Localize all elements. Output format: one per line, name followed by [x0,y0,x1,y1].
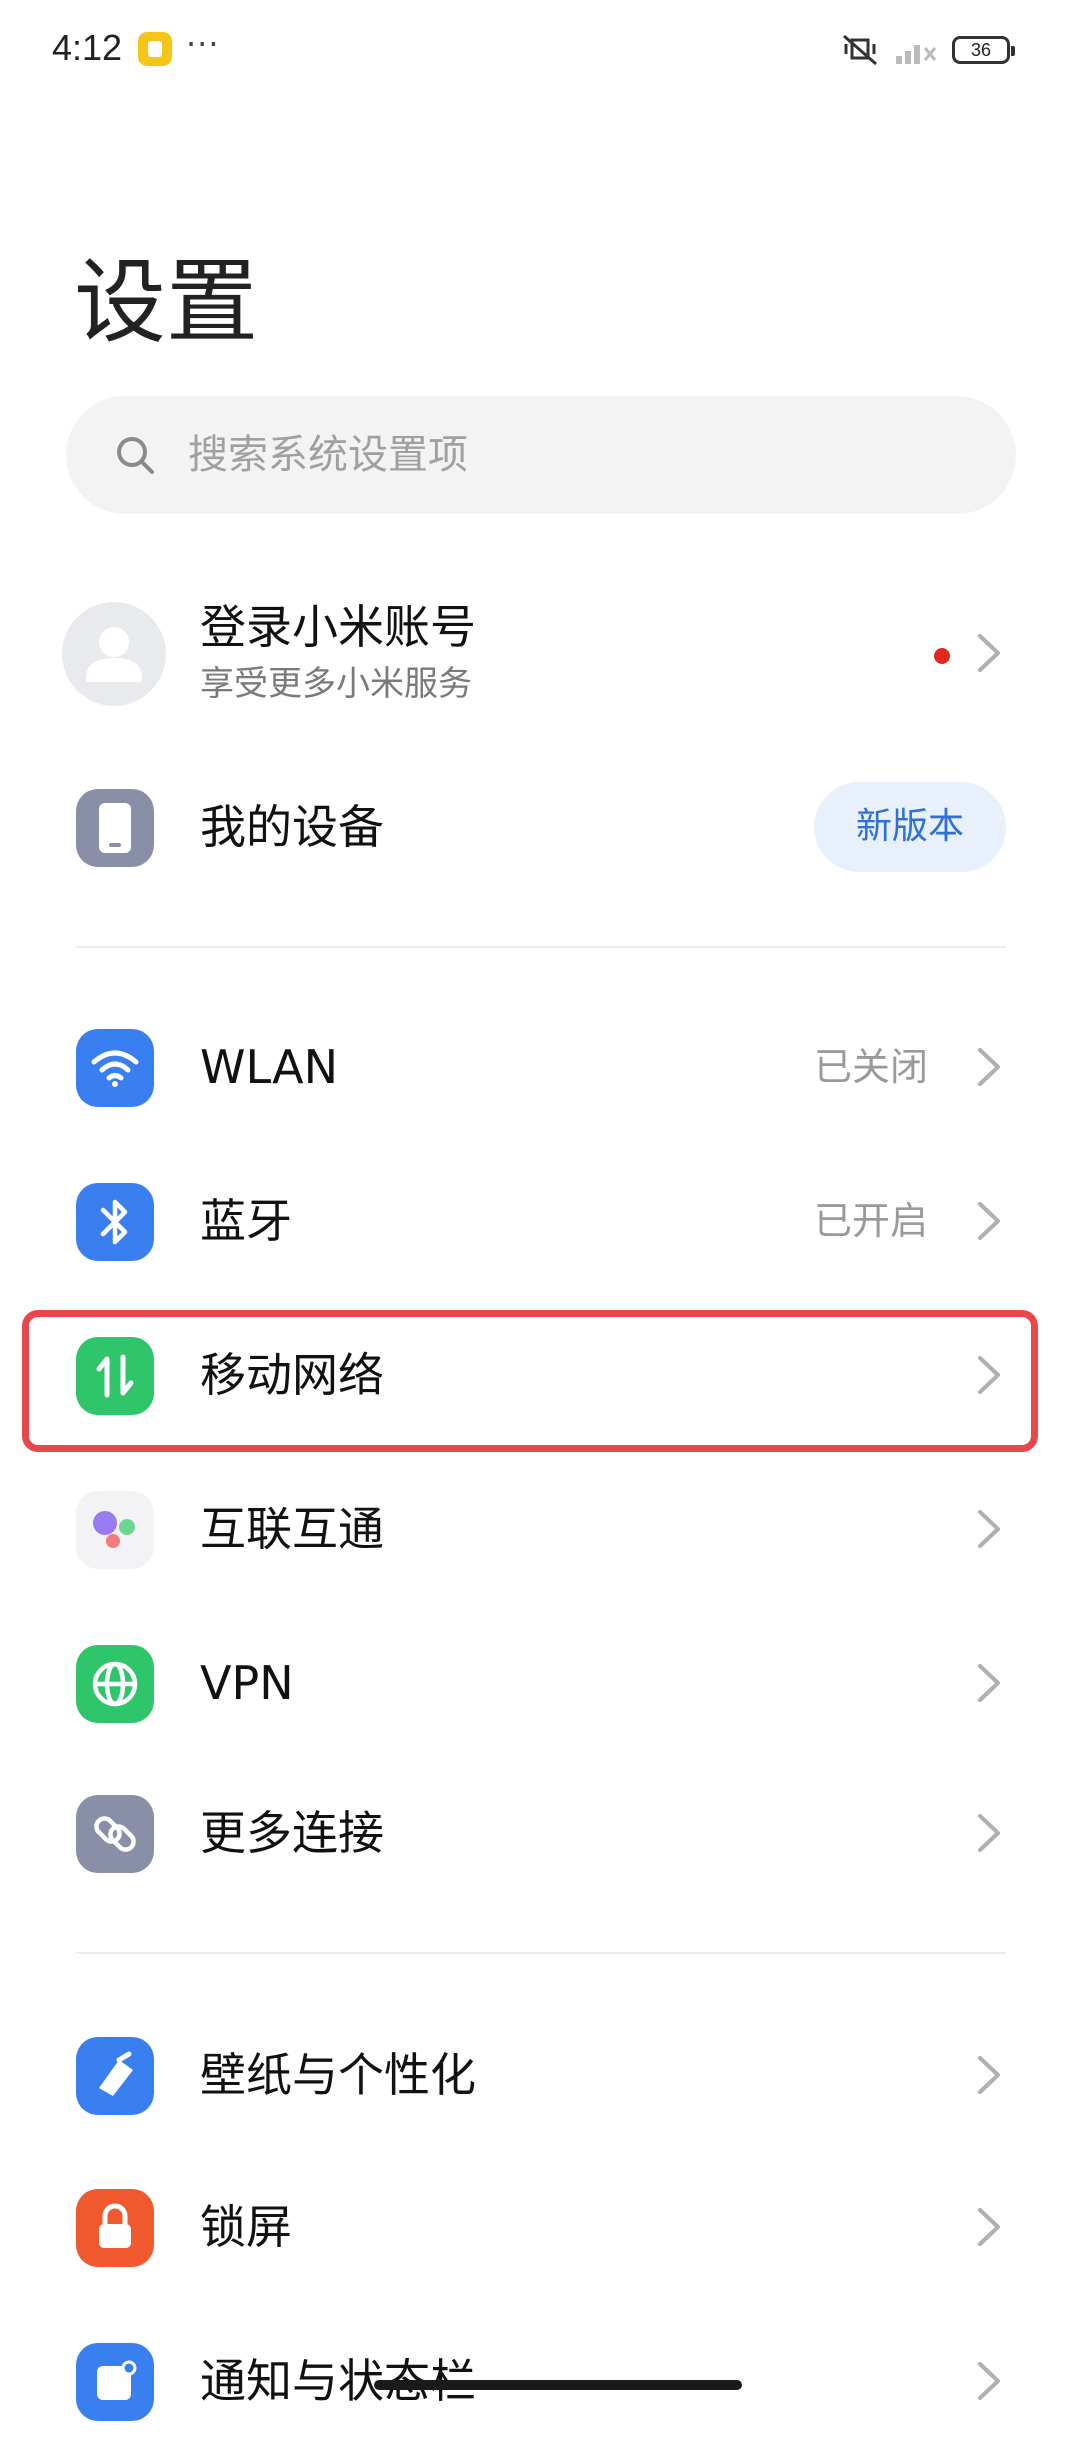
chevron-right-icon [978,2208,1000,2246]
interconnect-icon [76,1491,154,1569]
link-icon [76,1795,154,1873]
battery-icon: 36 [952,36,1015,64]
page-title: 设置 [74,249,259,356]
bluetooth-icon [76,1183,154,1261]
settings-item-interconnect[interactable]: 互联互通 [0,1454,1080,1604]
more-notifications-icon: ··· [186,25,220,63]
settings-item-value: 已开启 [813,1199,928,1243]
chevron-right-icon [978,634,1000,672]
chevron-right-icon [978,1814,1000,1852]
chevron-right-icon [978,2056,1000,2094]
settings-item-lock-screen[interactable]: 锁屏 [0,2152,1080,2302]
search-icon [117,437,154,474]
settings-item-wlan[interactable]: WLAN 已关闭 [0,992,1080,1142]
chevron-right-icon [978,1510,1000,1548]
chevron-right-icon [978,1664,1000,1702]
account-subtitle: 享受更多小米服务 [200,664,472,704]
chevron-right-icon [978,1048,1000,1086]
settings-item-vpn[interactable]: VPN [0,1608,1080,1758]
highlight-box [22,1310,1038,1452]
globe-icon [76,1645,154,1723]
chevron-right-icon [978,2362,1000,2400]
status-time: 4:12 [52,27,123,68]
person-icon [86,627,142,682]
lock-icon [76,2189,154,2267]
status-bar: 4:12 ··· 36 [0,0,1080,100]
settings-item-label: 锁屏 [200,2200,292,2254]
notification-dot [934,648,950,664]
settings-item-label: 蓝牙 [200,1194,292,1248]
brush-icon [76,2037,154,2115]
settings-item-bluetooth[interactable]: 蓝牙 已开启 [0,1146,1080,1296]
search-placeholder: 搜索系统设置项 [188,432,468,478]
mute-vibrate-icon [843,34,877,66]
app-notification-icon [138,32,172,66]
new-version-badge[interactable]: 新版本 [814,782,1006,872]
wifi-icon [76,1029,154,1107]
home-indicator[interactable] [374,2380,742,2390]
settings-item-more-connections[interactable]: 更多连接 [0,1758,1080,1908]
settings-item-label: 壁纸与个性化 [200,2048,476,2102]
settings-item-label: 更多连接 [200,1806,384,1860]
settings-item-wallpaper[interactable]: 壁纸与个性化 [0,2000,1080,2150]
divider [76,946,1006,948]
settings-item-value: 已关闭 [813,1045,928,1089]
device-icon [76,789,154,867]
status-indicators: 36 [840,28,1015,72]
notification-icon [76,2343,154,2421]
signal-icon [896,45,937,64]
account-title: 登录小米账号 [200,600,476,654]
settings-item-label: 互联互通 [200,1502,384,1556]
settings-item-label: WLAN [200,1040,339,1094]
my-device-label: 我的设备 [200,800,384,854]
avatar [62,602,166,706]
settings-item-label: VPN [200,1656,294,1710]
divider [76,1952,1006,1954]
search-bar[interactable]: 搜索系统设置项 [66,396,1016,514]
chevron-right-icon [978,1202,1000,1240]
